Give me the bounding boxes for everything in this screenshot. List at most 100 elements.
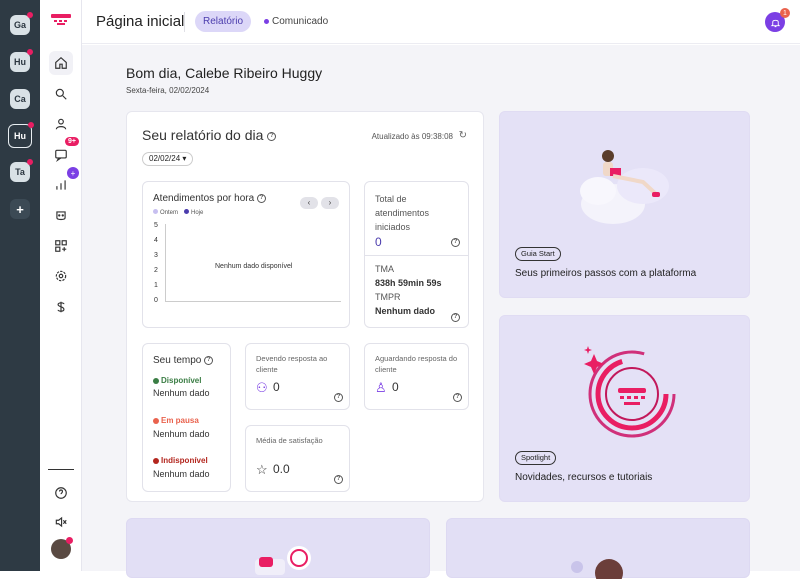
chart-pager: ‹ › xyxy=(297,192,339,210)
guide-start-card[interactable]: Guia Start Seus primeiros passos com a p… xyxy=(499,111,750,298)
nav-reports[interactable]: + xyxy=(49,167,79,197)
nav-settings[interactable] xyxy=(49,264,73,288)
card-divider xyxy=(365,255,468,256)
your-time-title: Seu tempo ? xyxy=(153,355,214,366)
help-icon[interactable]: ? xyxy=(453,393,462,402)
nav-sound[interactable] xyxy=(49,510,73,534)
top-header: Página inicial Relatório Comunicado 1 xyxy=(82,0,800,44)
date-select[interactable]: 02/02/24 ▾ xyxy=(142,152,194,166)
total-value: 0 xyxy=(375,235,382,249)
your-time-card: Seu tempo ? Disponível Nenhum dado Em pa… xyxy=(142,343,231,492)
workspace-button[interactable]: Ca xyxy=(10,89,30,109)
help-icon[interactable]: ? xyxy=(256,193,266,203)
pending-reply-card: Devendo resposta ao cliente ⚇ 0 ? xyxy=(245,343,350,410)
spotlight-caption: Novidades, recursos e tutoriais xyxy=(515,472,653,483)
waiting-label: Aguardando resposta do cliente xyxy=(375,354,458,374)
total-attendances-card: Total de atendimentos iniciados 0 ? TMA … xyxy=(364,181,469,328)
y-axis xyxy=(165,224,166,301)
workspace-button[interactable]: Ga xyxy=(10,12,33,35)
unavailable-value: Nenhum dado xyxy=(153,469,210,479)
prev-button[interactable]: ‹ xyxy=(300,197,318,209)
tma-label: TMA xyxy=(375,264,394,274)
x-axis xyxy=(165,301,341,302)
chart-legend: Ontem Hoje xyxy=(153,209,203,216)
satisfaction-value: 0.0 xyxy=(273,462,290,476)
satisfaction-label: Média de satisfação xyxy=(256,436,323,445)
bottom-card-left[interactable] xyxy=(126,518,430,578)
workspace-button[interactable]: Hu xyxy=(10,49,33,72)
caret-down-icon: ▾ xyxy=(182,154,187,163)
nav-help[interactable] xyxy=(49,481,73,505)
tma-value: 838h 59min 59s xyxy=(375,278,442,288)
nav-bots[interactable] xyxy=(49,204,73,228)
search-icon xyxy=(55,88,67,100)
notification-button[interactable]: 1 xyxy=(765,8,790,32)
add-workspace-button[interactable]: + xyxy=(10,199,30,219)
workspace-button[interactable]: Ta xyxy=(10,159,33,182)
next-button[interactable]: › xyxy=(321,197,339,209)
y-tick: 3 xyxy=(154,252,158,259)
unread-dot xyxy=(27,49,33,55)
dollar-icon xyxy=(57,301,65,313)
guide-tag: Guia Start xyxy=(515,247,561,261)
help-icon[interactable]: ? xyxy=(451,313,460,322)
nav-integrations[interactable] xyxy=(49,234,73,258)
chat-icon xyxy=(55,149,67,162)
waiting-value: 0 xyxy=(392,380,399,394)
available-value: Nenhum dado xyxy=(153,388,210,398)
bottom-card-right[interactable] xyxy=(446,518,750,579)
main-content: Bom dia, Calebe Ribeiro Huggy Sexta-feir… xyxy=(82,45,800,579)
paused-value: Nenhum dado xyxy=(153,429,210,439)
new-badge: + xyxy=(67,167,79,179)
header-divider xyxy=(184,12,185,32)
mute-icon xyxy=(55,516,67,528)
page-title: Página inicial xyxy=(96,13,185,30)
y-tick: 4 xyxy=(154,237,158,244)
help-icon[interactable]: ? xyxy=(334,475,343,484)
user-icon: ♙ xyxy=(375,380,387,395)
avatar[interactable] xyxy=(51,537,73,559)
refresh-icon[interactable]: ↻ xyxy=(459,130,467,141)
bell-icon xyxy=(770,19,780,27)
person-illustration xyxy=(571,559,623,579)
nav-divider xyxy=(48,469,74,470)
status-dot xyxy=(153,457,159,464)
star-icon: ☆ xyxy=(256,462,268,477)
status-dot xyxy=(66,537,73,544)
unread-dot xyxy=(264,18,269,24)
nav-home[interactable] xyxy=(49,51,73,75)
greeting: Bom dia, Calebe Ribeiro Huggy xyxy=(126,65,323,81)
hourly-chart-card: Atendimentos por hora ? Ontem Hoje ‹ › 5 4… xyxy=(142,181,350,328)
tmpr-value: Nenhum dado xyxy=(375,306,435,316)
home-icon xyxy=(55,56,67,69)
users-icon: ⚇ xyxy=(256,380,268,395)
status-dot xyxy=(153,377,159,384)
nav-chats[interactable]: 9+ xyxy=(49,137,79,167)
logo-icon xyxy=(51,14,71,25)
y-tick: 0 xyxy=(154,297,158,304)
nav-search[interactable] xyxy=(49,82,73,106)
tab-report[interactable]: Relatório xyxy=(195,11,252,32)
spotlight-card[interactable]: Spotlight Novidades, recursos e tutoriai… xyxy=(499,315,750,502)
pending-label: Devendo resposta ao cliente xyxy=(256,354,328,374)
nav-billing[interactable] xyxy=(49,295,73,319)
help-icon[interactable]: ? xyxy=(451,238,460,247)
hourly-title: Atendimentos por hora ? xyxy=(153,193,266,204)
legend-swatch-yesterday xyxy=(153,209,158,214)
help-icon xyxy=(55,487,67,499)
bot-icon xyxy=(56,211,66,221)
workspace-button-active[interactable]: Hu xyxy=(8,122,34,148)
unread-dot xyxy=(28,122,34,128)
total-label: Total de atendimentos iniciados xyxy=(375,194,430,232)
help-icon[interactable]: ? xyxy=(334,393,343,402)
tab-notice[interactable]: Comunicado xyxy=(264,11,328,32)
nav-rail: 9+ + xyxy=(40,0,82,571)
tmpr-label: TMPR xyxy=(375,292,401,302)
updated-time: Atualizado às 09:38:08 xyxy=(371,132,453,141)
empty-chart-message: Nenhum dado disponível xyxy=(215,263,293,270)
status-paused: Em pausa xyxy=(153,416,199,425)
help-icon[interactable]: ? xyxy=(204,355,214,365)
bar-chart-icon xyxy=(56,180,66,190)
help-icon[interactable]: ? xyxy=(267,131,277,141)
nav-contacts[interactable] xyxy=(49,112,73,136)
